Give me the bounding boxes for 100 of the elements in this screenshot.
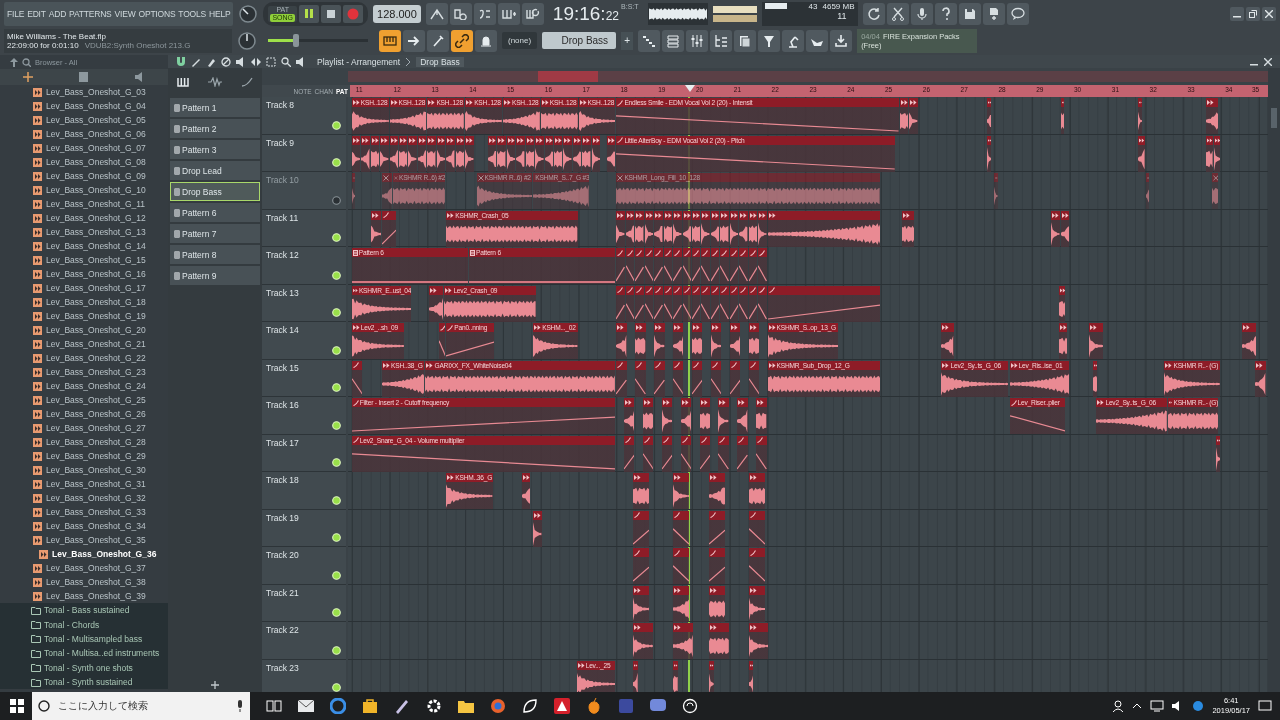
pattern-name: Pattern 8	[182, 249, 217, 260]
browser-item[interactable]: Lev_Bass_Oneshot_G_11	[0, 197, 168, 211]
browser-item[interactable]: Lev_Bass_Oneshot_G_10	[0, 183, 168, 197]
track-header[interactable]: Track 10	[262, 172, 346, 210]
tempo-display[interactable]: 128.000	[373, 4, 421, 23]
browser-item[interactable]: Lev_Bass_Oneshot_G_07	[0, 141, 168, 155]
browser-item[interactable]: Lev_Bass_Oneshot_G_27	[0, 421, 168, 435]
track-name: Track 13	[266, 287, 299, 298]
file-name: Lev_Bass_Oneshot_G_21	[46, 339, 146, 349]
pattern-item[interactable]: Drop Bass	[170, 182, 260, 201]
track-header[interactable]: Track 14	[262, 322, 346, 360]
file-name: Lev_Bass_Oneshot_G_28	[46, 437, 146, 447]
file-name: Lev_Bass_Oneshot_G_22	[46, 353, 146, 363]
folder-name: Tonal - Synth sustained	[44, 677, 133, 688]
pattern-item[interactable]: Drop Lead	[170, 161, 260, 180]
browser-item[interactable]: Lev_Bass_Oneshot_G_03	[0, 85, 168, 99]
browser-item[interactable]: Lev_Bass_Oneshot_G_04	[0, 99, 168, 113]
browser-item[interactable]: Lev_Bass_Oneshot_G_31	[0, 477, 168, 491]
browser-item[interactable]: Lev_Bass_Oneshot_G_28	[0, 435, 168, 449]
add-pattern-button[interactable]: +	[621, 31, 634, 50]
menu-item[interactable]: FILE	[7, 8, 25, 19]
browser-item[interactable]: Lev_Bass_Oneshot_G_37	[0, 561, 168, 575]
browser-item[interactable]: Lev_Bass_Oneshot_G_25	[0, 393, 168, 407]
track-header[interactable]: Track 16	[262, 397, 346, 435]
folder-name: Tonal - Multisampled bass	[44, 633, 143, 644]
menu-item[interactable]: EDIT	[27, 8, 46, 19]
browser-item[interactable]: Lev_Bass_Oneshot_G_26	[0, 407, 168, 421]
browser-item[interactable]: Lev_Bass_Oneshot_G_36	[0, 547, 168, 561]
track-header[interactable]: Track 22	[262, 622, 346, 660]
pattern-item[interactable]: Pattern 1	[170, 98, 260, 117]
file-name: Lev_Bass_Oneshot_G_23	[46, 367, 146, 377]
menu-item[interactable]: ADD	[48, 8, 67, 19]
pattern-item[interactable]: Pattern 3	[170, 140, 260, 159]
breadcrumb[interactable]: Drop Bass	[416, 56, 464, 67]
track-header[interactable]: Track 17	[262, 434, 346, 472]
browser-item[interactable]: Lev_Bass_Oneshot_G_16	[0, 267, 168, 281]
browser-folder[interactable]: Tonal - Chords	[0, 617, 168, 632]
pattern-name: Pattern 9	[182, 270, 217, 281]
browser-item[interactable]: Lev_Bass_Oneshot_G_20	[0, 323, 168, 337]
browser-item[interactable]: Lev_Bass_Oneshot_G_24	[0, 379, 168, 393]
track-header[interactable]: Track 20	[262, 547, 346, 585]
project-title: Mike Williams - The Beat.flp	[7, 31, 106, 41]
browser-item[interactable]: Lev_Bass_Oneshot_G_18	[0, 295, 168, 309]
pattern-item[interactable]: Pattern 2	[170, 119, 260, 138]
file-name: Lev_Bass_Oneshot_G_39	[46, 591, 146, 601]
browser-item[interactable]: Lev_Bass_Oneshot_G_35	[0, 533, 168, 547]
browser-item[interactable]: Lev_Bass_Oneshot_G_39	[0, 589, 168, 603]
track-header[interactable]: Track 13	[262, 284, 346, 322]
menu-item[interactable]: VIEW	[114, 8, 136, 19]
menu-item[interactable]: OPTIONS	[138, 8, 176, 19]
browser-item[interactable]: Lev_Bass_Oneshot_G_30	[0, 463, 168, 477]
search-field[interactable]: ここに入力して検索	[32, 692, 250, 720]
browser-item[interactable]: Lev_Bass_Oneshot_G_17	[0, 281, 168, 295]
file-name: Lev_Bass_Oneshot_G_37	[46, 563, 146, 573]
browser-item[interactable]: Lev_Bass_Oneshot_G_15	[0, 253, 168, 267]
browser-item[interactable]: Lev_Bass_Oneshot_G_38	[0, 575, 168, 589]
seconds-text: 22	[605, 8, 619, 23]
browser-folder[interactable]: Tonal - Bass sustained	[0, 603, 168, 618]
menu-item[interactable]: HELP	[209, 8, 231, 19]
track-header[interactable]: Track 8	[262, 97, 346, 135]
track-header[interactable]: Track 15	[262, 359, 346, 397]
menu-item[interactable]: PATTERNS	[69, 8, 112, 19]
track-name: Track 16	[266, 400, 299, 410]
browser-item[interactable]: Lev_Bass_Oneshot_G_05	[0, 113, 168, 127]
browser-item[interactable]: Lev_Bass_Oneshot_G_34	[0, 519, 168, 533]
pattern-item[interactable]: Pattern 9	[170, 266, 260, 285]
track-name: Track 12	[266, 250, 299, 260]
file-name: Lev_Bass_Oneshot_G_38	[46, 577, 146, 587]
browser-item[interactable]: Lev_Bass_Oneshot_G_06	[0, 127, 168, 141]
channel-selector[interactable]: (none)	[502, 32, 538, 49]
browser-item[interactable]: Lev_Bass_Oneshot_G_19	[0, 309, 168, 323]
pattern-selector[interactable]: Drop Bass	[542, 32, 617, 49]
menu-item[interactable]: TOOLS	[178, 8, 207, 19]
browser-item[interactable]: Lev_Bass_Oneshot_G_14	[0, 239, 168, 253]
track-header[interactable]: Track 19	[262, 509, 346, 547]
pattern-item[interactable]: Pattern 6	[170, 203, 260, 222]
browser-item[interactable]: Lev_Bass_Oneshot_G_13	[0, 225, 168, 239]
track-header[interactable]: Track 23	[262, 659, 346, 692]
file-name: Lev_Bass_Oneshot_G_34	[46, 521, 146, 531]
browser-item[interactable]: Lev_Bass_Oneshot_G_09	[0, 169, 168, 183]
pattern-item[interactable]: Pattern 8	[170, 245, 260, 264]
browser-item[interactable]: Lev_Bass_Oneshot_G_22	[0, 351, 168, 365]
track-header[interactable]: Track 18	[262, 472, 346, 510]
browser-item[interactable]: Lev_Bass_Oneshot_G_21	[0, 337, 168, 351]
browser-item[interactable]: Lev_Bass_Oneshot_G_23	[0, 365, 168, 379]
track-header[interactable]: Track 9	[262, 134, 346, 172]
browser-item[interactable]: Lev_Bass_Oneshot_G_08	[0, 155, 168, 169]
file-name: Lev_Bass_Oneshot_G_07	[46, 143, 146, 153]
cpu-value: 43	[808, 1, 818, 11]
track-header[interactable]: Track 21	[262, 584, 346, 622]
track-header[interactable]: Track 12	[262, 247, 346, 285]
browser-item[interactable]: Lev_Bass_Oneshot_G_12	[0, 211, 168, 225]
browser-item[interactable]: Lev_Bass_Oneshot_G_29	[0, 449, 168, 463]
browser-item[interactable]: Lev_Bass_Oneshot_G_33	[0, 505, 168, 519]
browser-item[interactable]: Lev_Bass_Oneshot_G_32	[0, 491, 168, 505]
track-name: Track 21	[266, 587, 299, 598]
track-name: Track 9	[266, 137, 295, 148]
pattern-item[interactable]: Pattern 7	[170, 224, 260, 243]
track-header[interactable]: Track 11	[262, 209, 346, 247]
browser-folder[interactable]: Tonal - Multisa..ed instruments	[0, 646, 168, 661]
